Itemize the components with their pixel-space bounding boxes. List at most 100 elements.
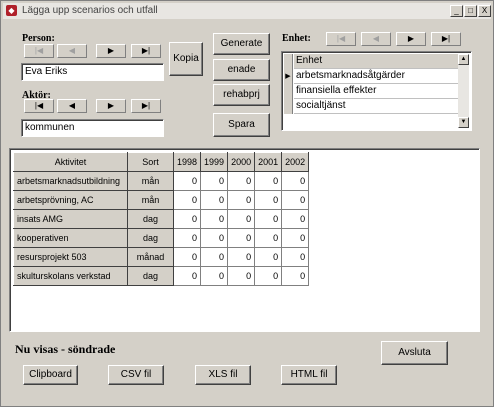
table-row: arbetsprövning, AC mån 0 0 0 0 0 (13, 190, 310, 210)
sort-cell[interactable]: mån (127, 190, 174, 210)
table-row: skulturskolans verkstad dag 0 0 0 0 0 (13, 266, 310, 286)
column-header[interactable]: 2002 (281, 152, 310, 172)
column-header[interactable]: Sort (127, 152, 174, 172)
value-cell[interactable]: 0 (254, 247, 283, 267)
aktivitet-cell[interactable]: arbetsmarknadsutbildning (13, 171, 128, 191)
aktor-next-button[interactable]: ▶ (96, 99, 126, 113)
value-cell[interactable]: 0 (172, 190, 202, 210)
list-item[interactable]: finansiella effekter (284, 84, 461, 99)
spara-button[interactable]: Spara (213, 113, 270, 137)
value-cell[interactable]: 0 (254, 190, 283, 210)
column-header[interactable]: 1998 (172, 152, 202, 172)
value-cell[interactable]: 0 (227, 190, 256, 210)
value-cell[interactable]: 0 (281, 209, 310, 229)
avsluta-button[interactable]: Avsluta (381, 341, 448, 365)
sort-cell[interactable]: dag (127, 209, 174, 229)
value-cell[interactable]: 0 (227, 171, 256, 191)
sort-cell[interactable]: månad (127, 247, 174, 267)
enhet-list[interactable]: Enhet ▶ arbetsmarknadsåtgärder finansiel… (281, 51, 472, 131)
sort-cell[interactable]: dag (127, 228, 174, 248)
person-first-button[interactable]: |◀ (24, 44, 54, 58)
aktivitet-cell[interactable]: skulturskolans verkstad (13, 266, 128, 286)
html-file-button[interactable]: HTML fil (281, 365, 337, 385)
aktor-first-button[interactable]: |◀ (24, 99, 54, 113)
xls-file-button[interactable]: XLS fil (195, 365, 251, 385)
kopia-button[interactable]: Kopia (169, 42, 203, 76)
record-selector-icon: ▶ (284, 69, 293, 84)
value-cell[interactable]: 0 (254, 171, 283, 191)
list-item[interactable]: socialtjänst (284, 99, 461, 114)
person-next-button[interactable]: ▶ (96, 44, 126, 58)
value-cell[interactable]: 0 (281, 228, 310, 248)
aktor-last-button[interactable]: ▶| (131, 99, 161, 113)
scroll-up-icon[interactable]: ▲ (458, 54, 469, 65)
value-cell[interactable]: 0 (281, 190, 310, 210)
window-title: Lägga upp scenarios och utfall (22, 5, 158, 16)
value-cell[interactable]: 0 (227, 266, 256, 286)
value-cell[interactable]: 0 (227, 247, 256, 267)
value-cell[interactable]: 0 (227, 209, 256, 229)
value-cell[interactable]: 0 (172, 247, 202, 267)
value-cell[interactable]: 0 (200, 209, 229, 229)
table-row: arbetsmarknadsutbildning mån 0 0 0 0 0 (13, 171, 310, 191)
close-button[interactable]: X (478, 5, 491, 17)
enhet-last-button[interactable]: ▶| (431, 32, 461, 46)
value-cell[interactable]: 0 (200, 247, 229, 267)
person-label: Person: (22, 33, 55, 44)
column-header[interactable]: 2001 (254, 152, 283, 172)
aktivitet-cell[interactable]: arbetsprövning, AC (13, 190, 128, 210)
enade-button[interactable]: enade (213, 59, 270, 81)
value-cell[interactable]: 0 (281, 171, 310, 191)
value-cell[interactable]: 0 (200, 228, 229, 248)
value-cell[interactable]: 0 (200, 190, 229, 210)
sort-cell[interactable]: dag (127, 266, 174, 286)
enhet-first-button[interactable]: |◀ (326, 32, 356, 46)
app-icon: ◆ (6, 5, 17, 16)
enhet-next-button[interactable]: ▶ (396, 32, 426, 46)
value-cell[interactable]: 0 (172, 228, 202, 248)
column-header[interactable]: 1999 (200, 152, 229, 172)
aktivitet-cell[interactable]: resursprojekt 503 (13, 247, 128, 267)
value-cell[interactable]: 0 (281, 266, 310, 286)
main-window: ◆ Lägga upp scenarios och utfall _ □ X P… (0, 0, 494, 407)
aktor-field[interactable]: kommunen (21, 119, 164, 137)
value-cell[interactable]: 0 (281, 247, 310, 267)
sort-cell[interactable]: mån (127, 171, 174, 191)
aktivitet-cell[interactable]: kooperativen (13, 228, 128, 248)
column-header[interactable]: Aktivitet (13, 152, 128, 172)
list-scrollbar[interactable]: ▲ ▼ (458, 54, 469, 128)
enhet-prev-button[interactable]: ◀ (361, 32, 391, 46)
data-grid[interactable]: Aktivitet Sort 1998 1999 2000 2001 2002 … (9, 148, 480, 332)
value-cell[interactable]: 0 (172, 266, 202, 286)
value-cell[interactable]: 0 (200, 266, 229, 286)
value-cell[interactable]: 0 (200, 171, 229, 191)
value-cell[interactable]: 0 (254, 266, 283, 286)
status-text: Nu visas - söndrade (15, 342, 116, 356)
list-item[interactable]: ▶ arbetsmarknadsåtgärder (284, 69, 461, 84)
value-cell[interactable]: 0 (254, 209, 283, 229)
person-name-field[interactable]: Eva Eriks (21, 63, 164, 81)
scroll-down-icon[interactable]: ▼ (458, 117, 469, 128)
table-row: kooperativen dag 0 0 0 0 0 (13, 228, 310, 248)
column-header[interactable]: 2000 (227, 152, 256, 172)
minimize-button[interactable]: _ (450, 5, 463, 17)
enhet-label: Enhet: (282, 33, 311, 44)
aktor-prev-button[interactable]: ◀ (57, 99, 87, 113)
value-cell[interactable]: 0 (254, 228, 283, 248)
value-cell[interactable]: 0 (227, 228, 256, 248)
aktivitet-cell[interactable]: insats AMG (13, 209, 128, 229)
enhet-list-header: Enhet (284, 54, 461, 69)
person-last-button[interactable]: ▶| (131, 44, 161, 58)
csv-file-button[interactable]: CSV fil (108, 365, 164, 385)
generate-button[interactable]: Generate (213, 33, 270, 55)
clipboard-button[interactable]: Clipboard (23, 365, 78, 385)
table-row: insats AMG dag 0 0 0 0 0 (13, 209, 310, 229)
aktivitet-table: Aktivitet Sort 1998 1999 2000 2001 2002 … (13, 152, 310, 286)
rehabprj-button[interactable]: rehabprj (213, 84, 270, 106)
value-cell[interactable]: 0 (172, 171, 202, 191)
person-prev-button[interactable]: ◀ (57, 44, 87, 58)
maximize-button[interactable]: □ (464, 5, 477, 17)
title-bar: ◆ Lägga upp scenarios och utfall _ □ X (3, 3, 491, 19)
value-cell[interactable]: 0 (172, 209, 202, 229)
table-header-row: Aktivitet Sort 1998 1999 2000 2001 2002 (13, 152, 310, 172)
